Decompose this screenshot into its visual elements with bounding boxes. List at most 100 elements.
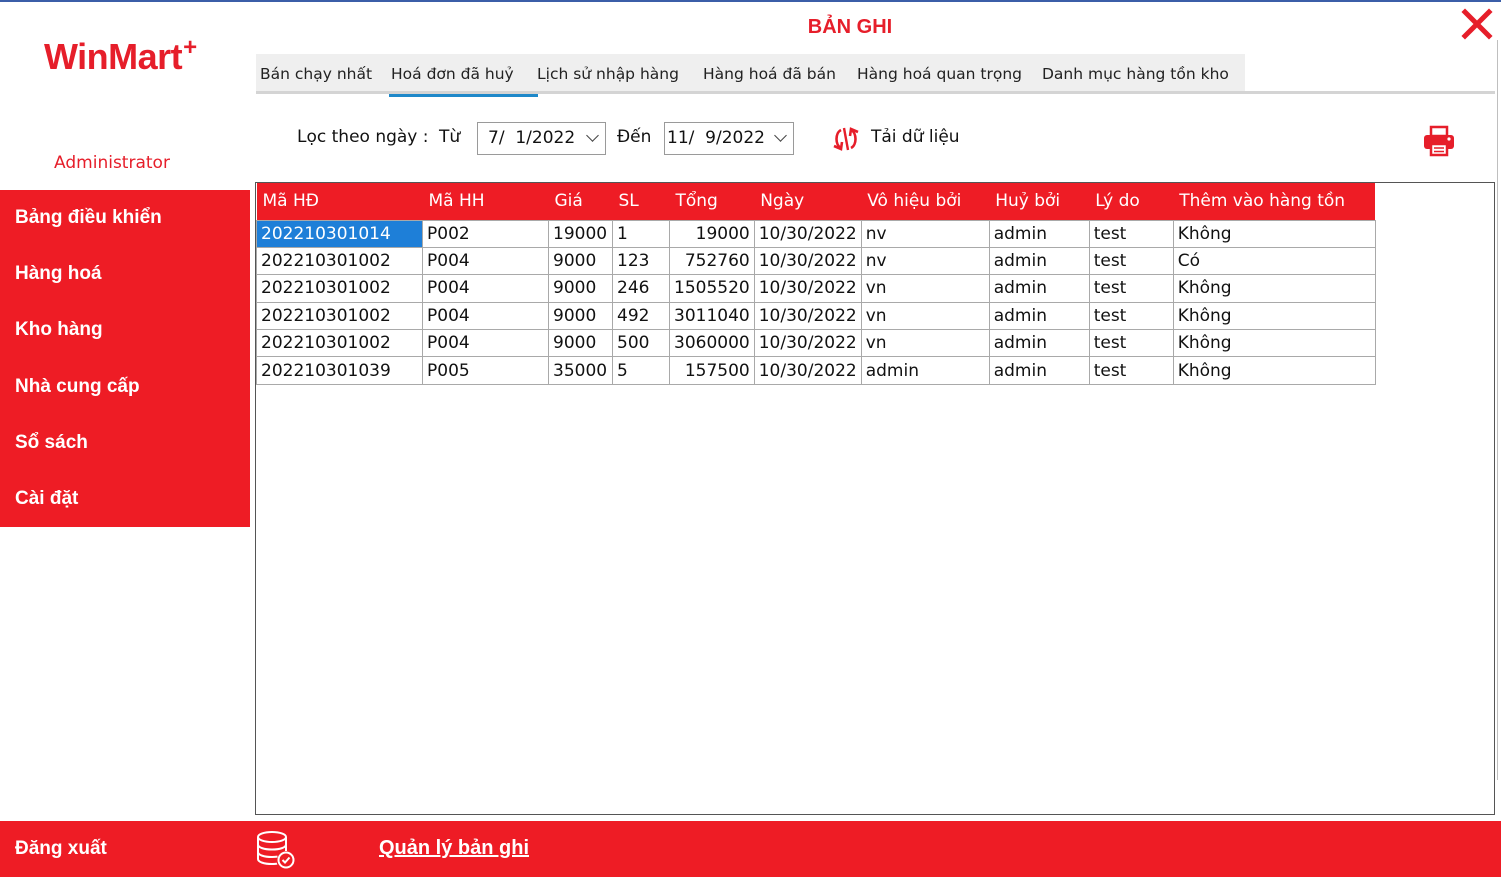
tab-cancelled-invoices[interactable]: Hoá đơn đã huỷ [389,54,538,97]
table-cell[interactable]: 3060000 [669,329,755,358]
sidebar-item-ledger[interactable]: Sổ sách [15,415,88,471]
table-cell[interactable]: vn [860,329,990,358]
close-icon[interactable] [1458,5,1496,43]
sidebar-item-warehouse[interactable]: Kho hàng [15,302,103,358]
table-cell[interactable]: 202210301002 [256,246,423,276]
table-cell[interactable]: admin [988,301,1090,331]
table-row[interactable]: 202210301014 P002 19000 1 19000 10/30/20… [256,219,1376,248]
column-header[interactable]: Giá [548,183,613,220]
table-cell[interactable]: 9000 [548,329,613,358]
table-cell[interactable]: P002 [422,219,549,248]
reload-icon[interactable] [832,124,860,154]
table-cell[interactable]: Không [1172,356,1376,385]
table-cell[interactable]: test [1088,246,1174,276]
tab-important-goods[interactable]: Hàng hoá quan trọng [857,54,1022,94]
table-cell[interactable]: 9000 [548,301,613,331]
table-row[interactable]: 202210301039 P005 35000 5 157500 10/30/2… [256,356,1376,385]
column-header[interactable]: Mã HH [422,183,549,220]
table-cell[interactable]: 202210301002 [256,274,423,303]
table-cell[interactable]: 3011040 [669,301,755,331]
table-cell[interactable]: test [1088,301,1174,331]
table-cell[interactable]: admin [988,246,1090,276]
table-cell[interactable]: 10/30/2022 [753,274,862,303]
table-cell[interactable]: 202210301002 [256,329,423,358]
table-cell[interactable]: P005 [422,356,549,385]
table-cell[interactable]: Không [1172,219,1376,248]
table-row[interactable]: 202210301002 P004 9000 492 3011040 10/30… [256,301,1376,331]
table-cell[interactable]: Có [1172,246,1376,276]
table-cell[interactable]: test [1088,356,1174,385]
table-cell[interactable]: 246 [612,274,670,303]
table-cell[interactable]: 10/30/2022 [753,329,862,358]
column-header[interactable]: Tổng [669,183,755,220]
table-cell[interactable]: 5 [612,356,670,385]
table-row[interactable]: 202210301002 P004 9000 500 3060000 10/30… [256,329,1376,358]
to-date-picker[interactable]: 11/ 9/2022 [664,122,794,155]
table-cell[interactable]: Không [1172,329,1376,358]
table-cell[interactable]: test [1088,219,1174,248]
sidebar-item-dashboard[interactable]: Bảng điều khiển [15,190,162,246]
table-cell[interactable]: P004 [422,329,549,358]
database-check-icon [257,831,295,869]
table-cell[interactable]: 202210301002 [256,301,423,331]
table-row[interactable]: 202210301002 P004 9000 123 752760 10/30/… [256,246,1376,276]
table-cell[interactable]: nv [860,219,990,248]
table-cell[interactable]: P004 [422,274,549,303]
column-header[interactable]: Lý do [1089,183,1174,220]
tab-sold-goods[interactable]: Hàng hoá đã bán [703,54,836,94]
manage-records-link[interactable]: Quản lý bản ghi [379,837,529,860]
table-cell[interactable]: 752760 [669,246,755,276]
logout-button[interactable]: Đăng xuất [15,821,107,877]
table-cell[interactable]: P004 [422,246,549,276]
tab-import-history[interactable]: Lịch sử nhập hàng [537,54,679,94]
table-cell[interactable]: 1 [612,219,670,248]
table-cell[interactable]: 10/30/2022 [753,246,862,276]
table-cell[interactable]: admin [988,329,1090,358]
table-cell[interactable]: Không [1172,274,1376,303]
sidebar-item-suppliers[interactable]: Nhà cung cấp [15,359,140,415]
table-cell[interactable]: admin [988,356,1090,385]
table-cell[interactable]: vn [860,274,990,303]
reload-data-button[interactable]: Tải dữ liệu [871,127,960,147]
column-header[interactable]: Ngày [754,183,862,220]
column-header[interactable]: Vô hiệu bởi [861,183,990,220]
table-cell[interactable]: 492 [612,301,670,331]
table-cell[interactable]: 123 [612,246,670,276]
from-date-picker[interactable]: 7/ 1/2022 [477,122,606,155]
printer-icon[interactable] [1422,124,1456,158]
table-cell[interactable]: 202210301014 [256,219,423,248]
chevron-down-icon[interactable] [774,129,787,142]
cancelled-invoices-grid[interactable]: Mã HĐ Mã HH Giá SL Tổng Ngày Vô hiệu bởi… [255,182,1495,815]
tab-best-selling[interactable]: Bán chạy nhất [260,54,372,94]
table-cell[interactable]: 19000 [548,219,613,248]
table-cell[interactable]: 9000 [548,246,613,276]
table-cell[interactable]: 10/30/2022 [753,356,862,385]
chevron-down-icon[interactable] [586,129,599,142]
table-cell[interactable]: test [1088,329,1174,358]
table-cell[interactable]: Không [1172,301,1376,331]
table-cell[interactable]: admin [860,356,990,385]
table-cell[interactable]: 19000 [669,219,755,248]
tab-inventory-list[interactable]: Danh mục hàng tồn kho [1042,54,1229,94]
table-cell[interactable]: admin [988,219,1090,248]
table-cell[interactable]: admin [988,274,1090,303]
table-cell[interactable]: 202210301039 [256,356,423,385]
table-cell[interactable]: nv [860,246,990,276]
table-cell[interactable]: 157500 [669,356,755,385]
table-cell[interactable]: 1505520 [669,274,755,303]
column-header[interactable]: Huỷ bởi [989,183,1090,220]
table-cell[interactable]: vn [860,301,990,331]
table-cell[interactable]: 10/30/2022 [753,219,862,248]
table-row[interactable]: 202210301002 P004 9000 246 1505520 10/30… [256,274,1376,303]
table-cell[interactable]: 9000 [548,274,613,303]
column-header[interactable]: Thêm vào hàng tồn [1173,183,1376,220]
table-cell[interactable]: test [1088,274,1174,303]
table-cell[interactable]: 35000 [548,356,613,385]
column-header[interactable]: Mã HĐ [256,183,423,220]
sidebar-item-settings[interactable]: Cài đặt [15,471,78,527]
sidebar-item-goods[interactable]: Hàng hoá [15,246,102,302]
column-header[interactable]: SL [612,183,670,220]
table-cell[interactable]: 500 [612,329,670,358]
table-cell[interactable]: 10/30/2022 [753,301,862,331]
table-cell[interactable]: P004 [422,301,549,331]
